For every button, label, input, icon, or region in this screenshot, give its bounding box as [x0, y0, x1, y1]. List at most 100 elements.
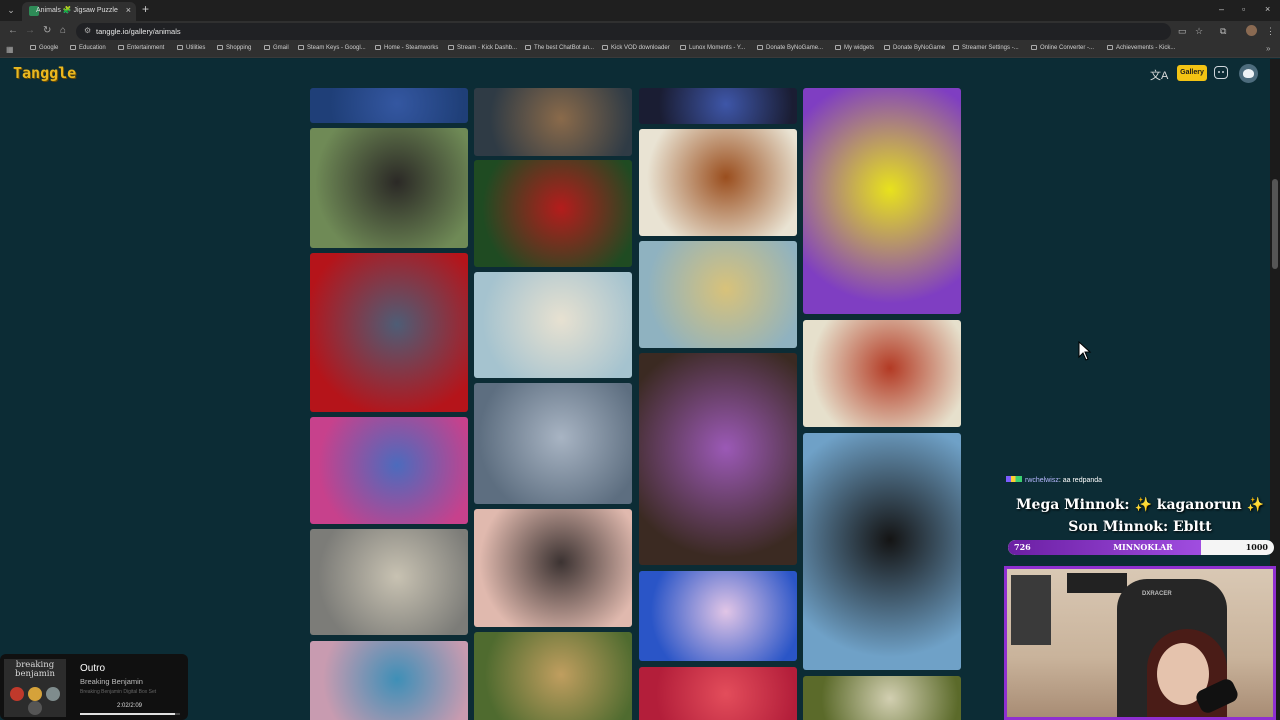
puzzle-thumbnail-snake-scales[interactable] [639, 88, 797, 124]
browser-menu-icon[interactable]: ⋮ [1266, 26, 1275, 37]
puzzle-thumbnail-beetle-collection[interactable] [803, 320, 961, 427]
puzzle-thumbnail-christmas-puppy[interactable] [474, 160, 632, 267]
chat-username: rwchelwisz [1025, 477, 1059, 484]
bookmark-education[interactable]: Education [70, 45, 106, 51]
browser-nav-bar: ← → ↻ ⌂ ⚙ tanggle.io/gallery/animals ▭ ☆… [0, 21, 1280, 42]
bookmark-achievements-kick[interactable]: Achievements - Kick... [1107, 45, 1175, 51]
puzzle-thumbnail-green-frog-on-flower[interactable] [803, 88, 961, 314]
forward-icon[interactable]: → [25, 25, 35, 36]
home-icon[interactable]: ⌂ [60, 25, 66, 36]
scrollbar-thumb[interactable] [1272, 179, 1278, 269]
mouse-cursor-icon [1078, 341, 1092, 361]
puzzle-thumbnail-snow-leopard[interactable] [310, 529, 468, 635]
bookmark-streamer-settings[interactable]: Streamer Settings -... [953, 45, 1019, 51]
song-progress-bar [80, 713, 180, 715]
bookmark-gmail[interactable]: Gmail [264, 45, 289, 51]
puzzle-thumbnail-dog-on-cushion[interactable] [310, 128, 468, 248]
tanggle-logo[interactable]: Tanggle [13, 64, 76, 82]
puzzle-thumbnail-insect-collection[interactable] [639, 241, 797, 348]
puzzle-thumbnail-dog-at-water[interactable] [474, 88, 632, 156]
minnok-alert: Mega Minnok: ✨ kaganorun ✨ Son Minnok: E… [1005, 494, 1275, 538]
install-app-icon[interactable]: ▭ [1178, 26, 1187, 37]
new-tab-icon[interactable]: + [142, 2, 149, 16]
bookmark-utilities[interactable]: Utilities [177, 45, 205, 51]
browser-tab-bar: ⌄ Animals 🧩 Jigsaw Puzzle Galle × + – ▫ … [0, 0, 1280, 21]
kick-icon [1107, 45, 1113, 50]
bookmark-donate-bynogame-1[interactable]: Donate ByNoGame... [757, 45, 823, 51]
bookmark-steamworks[interactable]: Home - Steamworks [375, 45, 438, 51]
folder-icon [217, 45, 223, 50]
tab-title: Animals 🧩 Jigsaw Puzzle Galle [36, 7, 118, 14]
back-icon[interactable]: ← [8, 25, 18, 36]
mega-minnok-line: Mega Minnok: ✨ kaganorun ✨ [1016, 497, 1264, 513]
puzzle-thumbnail-butterfly-collection[interactable] [639, 129, 797, 236]
puzzle-thumbnail-beach-sunset[interactable] [474, 509, 632, 627]
close-window-icon[interactable]: × [1265, 4, 1270, 14]
bookmark-entertainment[interactable]: Entertainment [118, 45, 164, 51]
tab-search-icon[interactable]: ⌄ [4, 3, 18, 17]
minnok-goal-bar: 726 MINNOKLAR 1000 [1008, 540, 1274, 555]
bookmark-chatbot[interactable]: The best ChatBot an... [525, 45, 594, 51]
reload-icon[interactable]: ↻ [43, 25, 51, 36]
kick-icon [448, 45, 454, 50]
bookmark-shopping[interactable]: Shopping [217, 45, 251, 51]
album-art-text: breaking benjamin [15, 660, 55, 679]
bookmark-online-converter[interactable]: Online Converter -... [1031, 45, 1094, 51]
browser-tab-active[interactable]: Animals 🧩 Jigsaw Puzzle Galle × [22, 2, 136, 21]
bookmarks-overflow-icon[interactable]: » [1266, 44, 1270, 53]
sheets-icon [298, 45, 304, 50]
puzzle-thumbnail-cat-in-red-blanket[interactable] [310, 253, 468, 412]
puzzle-thumbnail-swimming-turtle[interactable] [639, 571, 797, 661]
bookmark-lunox[interactable]: Lunox Moments - Y... [680, 45, 745, 51]
address-bar[interactable]: ⚙ tanggle.io/gallery/animals [76, 23, 1171, 40]
bookmark-google[interactable]: Google [30, 45, 58, 51]
bookmark-donate-bynogame-2[interactable]: Donate ByNoGame [884, 45, 945, 51]
minimize-icon[interactable]: – [1219, 4, 1224, 14]
puzzle-thumbnail-horse-at-sea[interactable] [803, 433, 961, 670]
album-art-dot [10, 687, 24, 701]
puzzle-thumbnail-sleeping-puppy[interactable] [474, 272, 632, 378]
puzzle-thumbnail-leopard-in-tree[interactable] [474, 632, 632, 720]
puzzle-thumbnail-red-petals[interactable] [639, 667, 797, 720]
goal-current: 726 [1014, 542, 1031, 552]
gmail-icon [264, 45, 270, 50]
bookmark-kick-dashboard[interactable]: Stream - Kick Dashb... [448, 45, 517, 51]
album-art: breaking benjamin [4, 659, 66, 717]
folder-icon [30, 45, 36, 50]
puzzle-thumbnail-pink-tiger-graffiti[interactable] [310, 417, 468, 524]
bookmark-star-icon[interactable]: ☆ [1195, 26, 1203, 37]
song-time: 2:02/2:09 [117, 703, 143, 709]
puzzle-thumbnail-polar-bear[interactable] [474, 383, 632, 504]
pin-board [1011, 575, 1051, 645]
user-avatar[interactable] [1239, 64, 1258, 83]
album-art-dot [46, 687, 60, 701]
site-info-icon[interactable]: ⚙ [84, 26, 91, 35]
settings-icon [953, 45, 959, 50]
album-art-dot [28, 701, 42, 715]
song-album: Breaking Benjamin Digital Box Set [80, 689, 157, 695]
bookmarks-bar: ▦ Google Education Entertainment Utiliti… [0, 42, 1280, 58]
chair-brand: DXRACER [1142, 591, 1172, 597]
puzzle-thumbnail-autumn-forest[interactable] [803, 676, 961, 720]
goal-label: MINNOKLAR [1113, 542, 1173, 552]
bookmark-steam-keys[interactable]: Steam Keys - Googl... [298, 45, 366, 51]
close-tab-icon[interactable]: × [126, 5, 131, 15]
extensions-icon[interactable]: ⧉ [1220, 26, 1226, 37]
chatbot-icon [525, 45, 531, 50]
folder-icon [70, 45, 76, 50]
gallery-button[interactable]: Gallery [1177, 65, 1207, 81]
puzzle-thumbnail-crafts-still-life[interactable] [639, 353, 797, 565]
folder-icon [177, 45, 183, 50]
bookmark-kick-vod[interactable]: Kick VOD downloader [602, 45, 670, 51]
profile-avatar[interactable] [1246, 25, 1257, 36]
puzzle-thumbnail-underwater-blue[interactable] [310, 88, 468, 123]
converter-icon [1031, 45, 1037, 50]
donate-icon [757, 45, 763, 50]
youtube-icon [680, 45, 686, 50]
bookmark-my-widgets[interactable]: My widgets [835, 45, 874, 51]
maximize-icon[interactable]: ▫ [1242, 4, 1245, 14]
translate-icon[interactable]: 文A [1150, 67, 1168, 83]
puzzle-thumbnail-sea-turtle-painting[interactable] [310, 641, 468, 720]
discord-icon[interactable] [1214, 66, 1228, 79]
apps-grid-icon[interactable]: ▦ [6, 45, 14, 54]
